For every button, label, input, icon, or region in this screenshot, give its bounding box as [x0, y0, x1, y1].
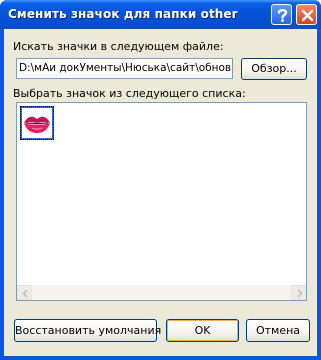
ok-button[interactable]: OK [166, 319, 239, 342]
icon-listbox[interactable] [16, 102, 307, 301]
scroll-right-button[interactable] [291, 285, 306, 300]
browse-button[interactable]: Обзор... [241, 58, 307, 80]
dialog-body: Искать значки в следующем файле: D:\мАи … [4, 29, 317, 356]
icon-list-item[interactable] [20, 106, 54, 140]
restore-defaults-button[interactable]: Восстановить умолчания [14, 319, 161, 342]
file-label: Искать значки в следующем файле: [13, 40, 224, 53]
arrow-right-icon [297, 289, 303, 298]
close-button[interactable] [296, 4, 317, 25]
lips-icon [22, 108, 52, 138]
dialog-window: Сменить значок для папки other Искать зн… [0, 0, 321, 360]
cancel-button[interactable]: Отмена [246, 319, 310, 342]
close-icon [301, 9, 314, 22]
scroll-left-button[interactable] [17, 285, 32, 300]
title-bar[interactable]: Сменить значок для папки other [0, 0, 321, 29]
icon-file-path-input[interactable]: D:\мАи докУменты\Нюська\сайт\обновки [16, 58, 233, 79]
list-label: Выбрать значок из следующего списка: [13, 87, 246, 100]
help-button[interactable] [271, 4, 292, 25]
horizontal-scrollbar[interactable] [17, 285, 306, 300]
arrow-left-icon [22, 289, 28, 298]
help-icon [277, 9, 288, 22]
window-title: Сменить значок для папки other [8, 7, 238, 21]
